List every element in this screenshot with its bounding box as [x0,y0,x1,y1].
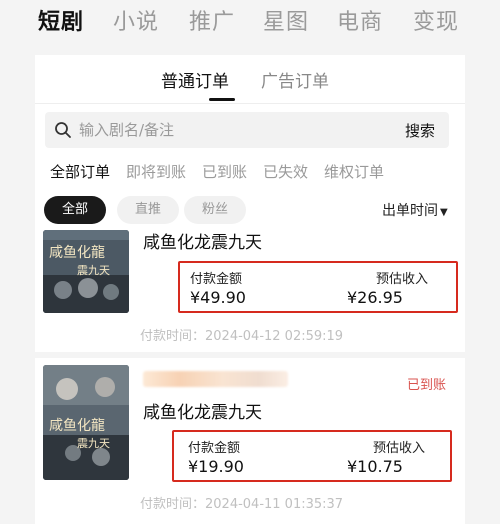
cover-title: 咸鱼化龍 [49,418,105,434]
drama-cover[interactable]: 咸鱼化龍 震九天 [43,230,129,313]
filter-received[interactable]: 已到账 [202,161,247,182]
order-divider [35,352,465,358]
top-tab-promotion[interactable]: 推广 [189,4,235,36]
pill-fans[interactable]: 粉丝 [184,196,246,224]
drama-title[interactable]: 咸鱼化龙震九天 [143,228,262,253]
top-tab-monetize[interactable]: 变现 [413,4,459,36]
search-bar: 搜索 [45,112,449,148]
pay-amount-label: 付款金额 [188,441,241,456]
estimated-income-value: ¥26.95 [347,288,403,307]
divider [35,103,465,104]
top-tab-ecommerce[interactable]: 电商 [337,4,383,36]
filter-upcoming[interactable]: 即将到账 [126,161,186,182]
cover-title: 咸鱼化龍 [49,245,105,261]
drama-title[interactable]: 咸鱼化龙震九天 [143,398,262,423]
cover-subtitle: 震九天 [77,264,110,277]
payment-time: 付款时间：2024-04-12 02:59:19 [140,329,344,344]
filter-dispute[interactable]: 维权订单 [324,161,384,182]
top-tab-novel[interactable]: 小说 [113,4,159,36]
pill-direct[interactable]: 直推 [117,196,179,224]
tab-normal-orders[interactable]: 普通订单 [161,67,229,92]
sort-by-time[interactable]: 出单时间 ▼ [382,200,448,220]
orders-panel: 普通订单 广告订单 搜索 全部订单 即将到账 已到账 已失效 维权订单 全部 直… [35,55,465,524]
status-badge: 已到账 [407,378,447,393]
caret-down-icon: ▼ [440,207,448,218]
drama-cover[interactable]: 咸鱼化龍 震九天 [43,365,129,480]
amount-box: 付款金额 ¥49.90 预估收入 ¥26.95 [178,261,458,313]
top-tab-bar: 短剧 小说 推广 星图 电商 变现 [0,0,500,40]
estimated-income-value: ¥10.75 [347,457,403,476]
search-input[interactable] [79,112,369,148]
top-tab-short-drama[interactable]: 短剧 [38,4,84,36]
pay-amount-label: 付款金额 [190,272,243,287]
search-button[interactable]: 搜索 [405,120,435,141]
tab-ad-orders[interactable]: 广告订单 [261,67,329,92]
pill-all[interactable]: 全部 [44,196,106,224]
pay-amount-value: ¥49.90 [190,288,246,307]
amount-box: 付款金额 ¥19.90 预估收入 ¥10.75 [172,430,452,482]
cover-subtitle: 震九天 [77,437,110,450]
filter-all-orders[interactable]: 全部订单 [50,161,110,182]
filter-expired[interactable]: 已失效 [263,161,308,182]
sort-label: 出单时间 [382,203,438,219]
search-icon [55,122,71,138]
estimated-income-label: 预估收入 [373,441,426,456]
active-tab-indicator [209,98,235,101]
pay-amount-value: ¥19.90 [188,457,244,476]
payment-time: 付款时间：2024-04-11 01:35:37 [140,497,344,512]
estimated-income-label: 预估收入 [376,272,429,287]
blurred-user-name [143,371,288,387]
top-tab-star-map[interactable]: 星图 [263,4,309,36]
